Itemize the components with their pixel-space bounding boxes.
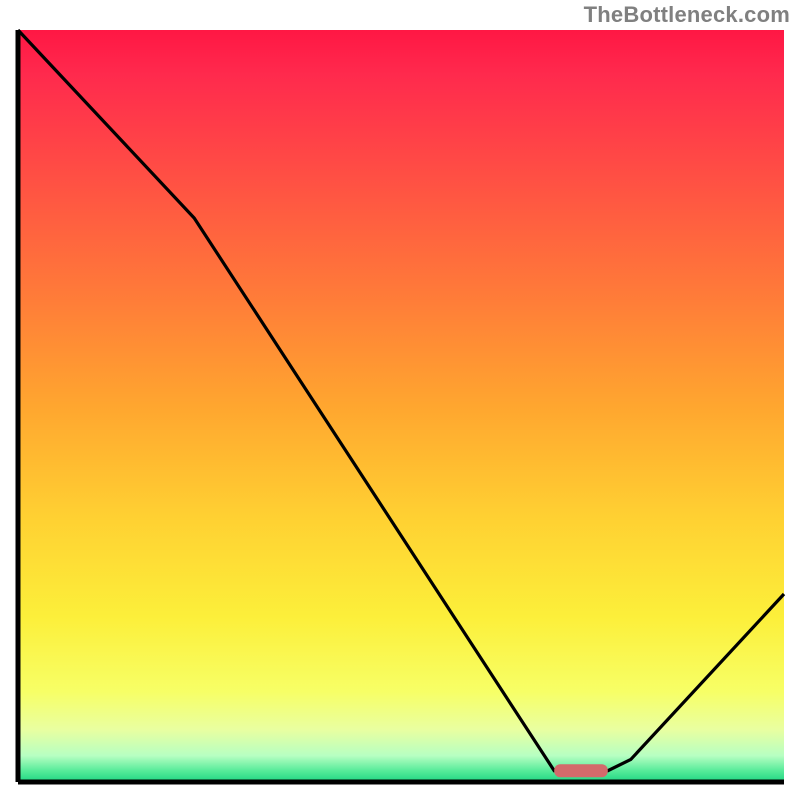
gradient-background	[18, 30, 784, 782]
minimum-marker	[554, 764, 608, 777]
bottleneck-chart	[0, 0, 800, 800]
chart-frame: TheBottleneck.com	[0, 0, 800, 800]
watermark-text: TheBottleneck.com	[584, 2, 790, 28]
